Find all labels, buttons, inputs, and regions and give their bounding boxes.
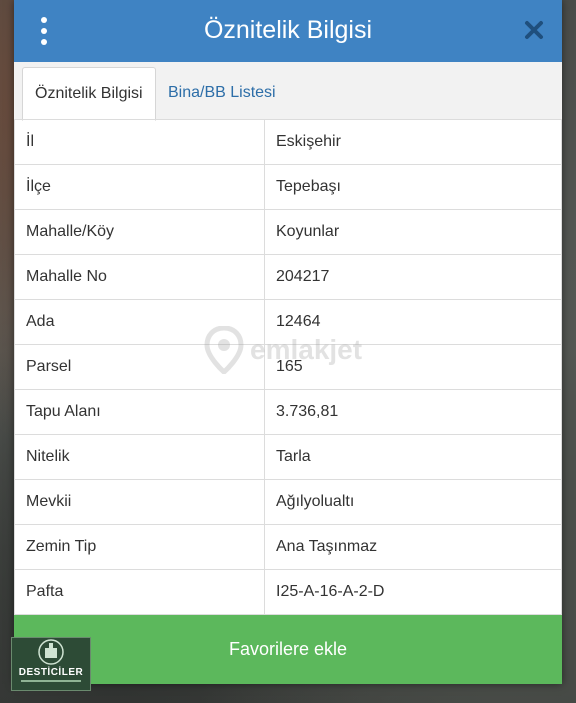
dialog-title: Öznitelik Bilgisi <box>203 16 373 44</box>
attribute-key: Parsel <box>14 344 265 390</box>
attribute-key: Tapu Alanı <box>14 389 265 435</box>
table-row: İlçe Tepebaşı <box>14 164 562 210</box>
attribute-value: I25-A-16-A-2-D <box>264 569 562 615</box>
table-row: Mevkii Ağılyolualtı <box>14 479 562 525</box>
add-to-favorites-button[interactable]: Favorilere ekle <box>14 615 562 684</box>
tab-bar: Öznitelik Bilgisi Bina/BB Listesi <box>14 62 562 121</box>
logo-text: DESTİCİLER <box>18 667 84 678</box>
attribute-key: Nitelik <box>14 434 265 480</box>
attribute-table: İl Eskişehir İlçe Tepebaşı Mahalle/Köy Koyunl… <box>14 119 562 615</box>
attribute-value: 204217 <box>264 254 562 300</box>
attribute-info-dialog: Öznitelik Bilgisi Öznitelik Bilgisi Bina… <box>14 0 562 684</box>
attribute-key: İl <box>14 119 265 165</box>
attribute-key: Mahalle/Köy <box>14 209 265 255</box>
table-row: Nitelik Tarla <box>14 434 562 480</box>
table-row: Ada 12464 <box>14 299 562 345</box>
table-row: Mahalle/Köy Koyunlar <box>14 209 562 255</box>
dialog-header: Öznitelik Bilgisi <box>14 0 562 62</box>
tab-attribute-info[interactable]: Öznitelik Bilgisi <box>22 67 156 121</box>
table-row: Zemin Tip Ana Taşınmaz <box>14 524 562 570</box>
attribute-value: 3.736,81 <box>264 389 562 435</box>
close-icon[interactable] <box>524 20 544 40</box>
attribute-table-container: İl Eskişehir İlçe Tepebaşı Mahalle/Köy Koyunl… <box>14 119 562 615</box>
attribute-value: Tepebaşı <box>264 164 562 210</box>
table-row: İl Eskişehir <box>14 119 562 165</box>
attribute-value: Eskişehir <box>264 119 562 165</box>
company-logo: DESTİCİLER <box>11 637 91 691</box>
attribute-value: 12464 <box>264 299 562 345</box>
attribute-value: Ana Taşınmaz <box>264 524 562 570</box>
logo-divider <box>21 680 81 682</box>
attribute-key: Mahalle No <box>14 254 265 300</box>
attribute-value: 165 <box>264 344 562 390</box>
attribute-key: İlçe <box>14 164 265 210</box>
attribute-key: Mevkii <box>14 479 265 525</box>
attribute-key: Zemin Tip <box>14 524 265 570</box>
tab-building-list[interactable]: Bina/BB Listesi <box>156 67 288 119</box>
logo-emblem-icon <box>38 639 64 665</box>
table-row: Pafta I25-A-16-A-2-D <box>14 569 562 615</box>
attribute-value: Koyunlar <box>264 209 562 255</box>
table-row: Parsel 165 <box>14 344 562 390</box>
table-row: Tapu Alanı 3.736,81 <box>14 389 562 435</box>
table-row: Mahalle No 204217 <box>14 254 562 300</box>
attribute-key: Ada <box>14 299 265 345</box>
attribute-key: Pafta <box>14 569 265 615</box>
attribute-value: Tarla <box>264 434 562 480</box>
attribute-value: Ağılyolualtı <box>264 479 562 525</box>
